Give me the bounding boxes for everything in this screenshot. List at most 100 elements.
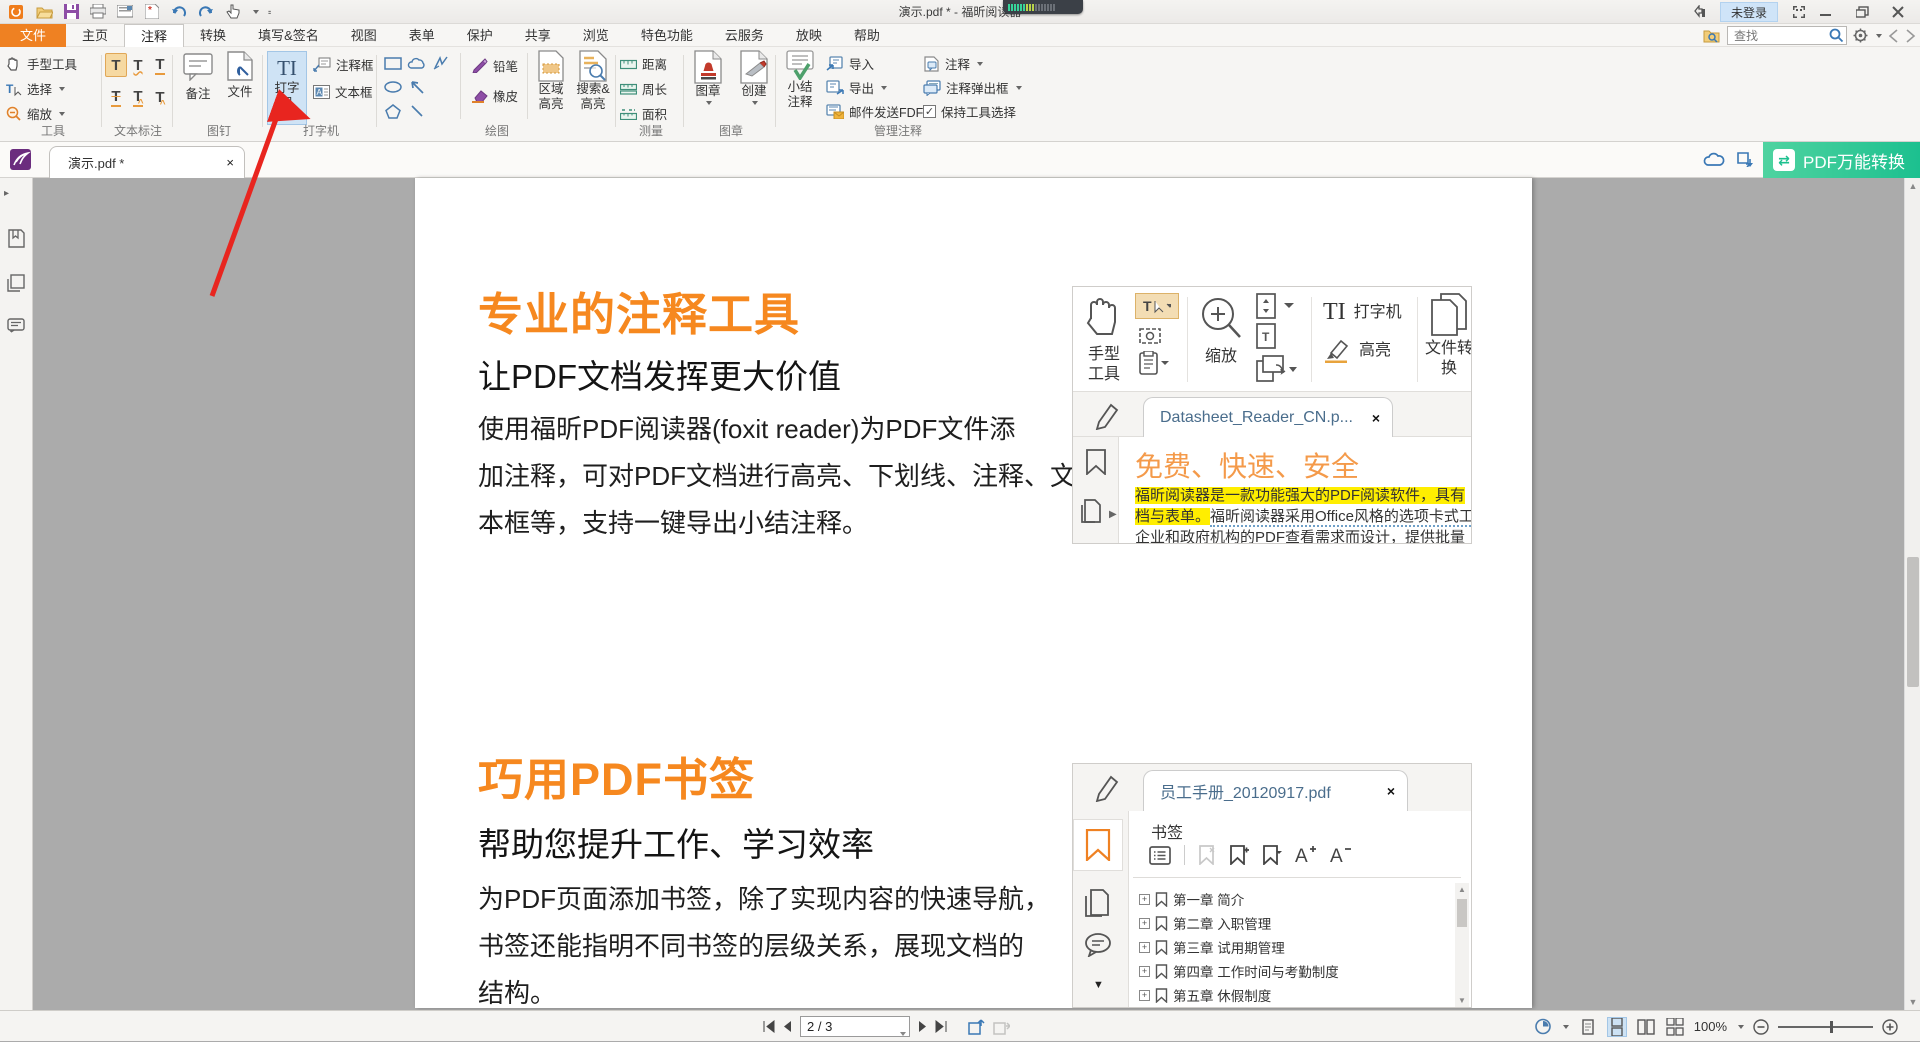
continuous-page-icon[interactable] bbox=[1607, 1017, 1627, 1037]
rectangle-shape-button[interactable] bbox=[384, 57, 402, 70]
pages-panel-icon[interactable] bbox=[7, 274, 25, 292]
tab-features[interactable]: 特色功能 bbox=[625, 24, 709, 47]
tab-file[interactable]: 文件 bbox=[0, 24, 66, 47]
tab-browse[interactable]: 浏览 bbox=[567, 24, 625, 47]
close-button[interactable] bbox=[1892, 6, 1914, 18]
print-icon[interactable] bbox=[89, 4, 107, 20]
bookmark-panel-icon[interactable] bbox=[8, 229, 25, 248]
customize-toolbar-icon[interactable]: ⹀ bbox=[268, 5, 271, 19]
email-fdf-button[interactable]: 邮件发送FDF bbox=[826, 99, 923, 124]
pentagon-shape-button[interactable] bbox=[385, 104, 401, 119]
prev-page-icon[interactable] bbox=[783, 1020, 792, 1033]
export-comments-button[interactable]: 导出 bbox=[826, 75, 887, 100]
document-tab[interactable]: 演示.pdf * × bbox=[49, 146, 245, 178]
keep-tool-selected-checkbox[interactable]: ✓ 保持工具选择 bbox=[923, 99, 1016, 124]
new-document-icon[interactable]: * bbox=[143, 4, 161, 20]
callout-button[interactable]: 注释框 bbox=[313, 52, 374, 77]
pdf-converter-button[interactable]: ⇄ PDF万能转换 bbox=[1763, 142, 1920, 178]
foxit-logo-icon[interactable] bbox=[8, 4, 26, 20]
select-button[interactable]: T 选择 bbox=[6, 76, 100, 101]
eraser-button[interactable]: 橡皮 bbox=[471, 83, 518, 108]
perimeter-button[interactable]: 周长 bbox=[620, 76, 682, 101]
bookmark-item[interactable]: + 第四章 工作时间与考勤制度 bbox=[1139, 959, 1339, 983]
restore-button[interactable] bbox=[1856, 6, 1878, 18]
next-view-chevron-icon[interactable] bbox=[1905, 29, 1916, 43]
note-button[interactable]: 备注 bbox=[179, 53, 217, 102]
highlight-text-button[interactable]: T bbox=[105, 53, 127, 77]
hand-tool-button[interactable]: 手型工具 bbox=[6, 51, 100, 76]
prev-view-chevron-icon[interactable] bbox=[1888, 29, 1899, 43]
single-page-icon[interactable] bbox=[1578, 1017, 1598, 1037]
start-page-icon[interactable] bbox=[10, 149, 31, 170]
last-page-icon[interactable] bbox=[935, 1020, 948, 1033]
summary-comments-button[interactable]: 小结注释 bbox=[780, 50, 820, 110]
zoom-out-icon[interactable] bbox=[1753, 1019, 1769, 1035]
search-highlight-button[interactable]: 搜索&高亮 bbox=[572, 50, 614, 112]
search-icon[interactable] bbox=[1829, 28, 1844, 43]
tab-present[interactable]: 放映 bbox=[780, 24, 838, 47]
bookmark-item[interactable]: + 第三章 试用期管理 bbox=[1139, 935, 1339, 959]
settings-gear-icon[interactable] bbox=[1853, 28, 1868, 43]
typewriter-button[interactable]: TI 打字机 bbox=[267, 51, 307, 125]
save-icon[interactable] bbox=[62, 4, 80, 20]
area-highlight-button[interactable]: 区域高亮 bbox=[532, 50, 570, 112]
tab-comment[interactable]: 注释 bbox=[124, 24, 184, 47]
tab-share[interactable]: 共享 bbox=[509, 24, 567, 47]
cloud-shape-button[interactable] bbox=[407, 56, 427, 70]
arrow-shape-button[interactable] bbox=[410, 80, 425, 95]
scroll-up-icon[interactable]: ▲ bbox=[1905, 178, 1920, 194]
textbox-button[interactable]: A 文本框 bbox=[313, 79, 373, 104]
settings-dropdown[interactable] bbox=[1876, 34, 1882, 38]
redo-icon[interactable] bbox=[197, 4, 215, 20]
app-grid-icon[interactable] bbox=[1792, 5, 1806, 19]
undo-icon[interactable] bbox=[170, 4, 188, 20]
cloud-icon[interactable] bbox=[1703, 151, 1725, 167]
next-view-icon[interactable] bbox=[993, 1019, 1010, 1035]
file-attachment-button[interactable]: 文件 bbox=[221, 51, 259, 100]
rail-expand-chevron-icon[interactable]: ▸ bbox=[4, 188, 9, 199]
tab-cloud[interactable]: 云服务 bbox=[709, 24, 780, 47]
share-icon[interactable] bbox=[1691, 5, 1706, 19]
bookmark-item[interactable]: + 第五章 休假制度 bbox=[1139, 983, 1339, 1007]
zoom-dropdown[interactable] bbox=[1738, 1025, 1744, 1029]
scrollbar-thumb[interactable] bbox=[1907, 557, 1919, 687]
continuous-facing-icon[interactable] bbox=[1665, 1017, 1685, 1037]
distance-button[interactable]: 距离 bbox=[620, 51, 682, 76]
first-page-icon[interactable] bbox=[762, 1020, 775, 1033]
polyline-shape-button[interactable] bbox=[433, 56, 449, 70]
page-number-dropdown[interactable] bbox=[898, 1024, 906, 1039]
save-as-icon[interactable] bbox=[1737, 151, 1755, 167]
strikeout-text-button[interactable]: T bbox=[105, 85, 127, 109]
comments-panel-rail-icon[interactable] bbox=[7, 318, 25, 334]
login-button[interactable]: 未登录 bbox=[1720, 2, 1778, 22]
hand-pointer-icon[interactable] bbox=[224, 4, 242, 20]
tab-fill-sign[interactable]: 填写&签名 bbox=[242, 24, 335, 47]
autoscroll-icon[interactable] bbox=[1535, 1018, 1552, 1035]
insert-text-button[interactable]: T^ bbox=[149, 85, 171, 109]
bookmark-item[interactable]: + 第二章 入职管理 bbox=[1139, 911, 1339, 935]
search-folder-icon[interactable] bbox=[1703, 28, 1721, 43]
bookmark-item[interactable]: + 第一章 简介 bbox=[1139, 887, 1339, 911]
tab-protect[interactable]: 保护 bbox=[451, 24, 509, 47]
pencil-button[interactable]: 铅笔 bbox=[471, 53, 518, 78]
page-number-input[interactable] bbox=[800, 1016, 910, 1037]
hand-pointer-dropdown[interactable] bbox=[253, 10, 259, 14]
comments-panel-button[interactable]: 注释 bbox=[923, 51, 983, 76]
tab-help[interactable]: 帮助 bbox=[838, 24, 896, 47]
import-comments-button[interactable]: 导入 bbox=[826, 51, 874, 76]
squiggly-underline-button[interactable]: T bbox=[127, 53, 149, 77]
previous-view-icon[interactable] bbox=[968, 1019, 985, 1035]
document-tab-close-icon[interactable]: × bbox=[226, 155, 234, 170]
minimize-button[interactable] bbox=[1820, 6, 1842, 18]
vertical-scrollbar[interactable]: ▲ ▼ bbox=[1904, 178, 1920, 1010]
replace-text-button[interactable]: T^ bbox=[127, 85, 149, 109]
comment-popup-button[interactable]: 注释弹出框 bbox=[923, 75, 1022, 100]
open-file-icon[interactable] bbox=[35, 4, 53, 20]
underline-text-button[interactable]: T bbox=[149, 53, 171, 77]
zoom-in-icon[interactable] bbox=[1882, 1019, 1898, 1035]
zoom-slider[interactable] bbox=[1778, 1026, 1873, 1028]
email-icon[interactable] bbox=[116, 4, 134, 20]
tab-form[interactable]: 表单 bbox=[393, 24, 451, 47]
zoom-slider-thumb[interactable] bbox=[1830, 1021, 1833, 1033]
line-shape-button[interactable] bbox=[410, 104, 424, 118]
